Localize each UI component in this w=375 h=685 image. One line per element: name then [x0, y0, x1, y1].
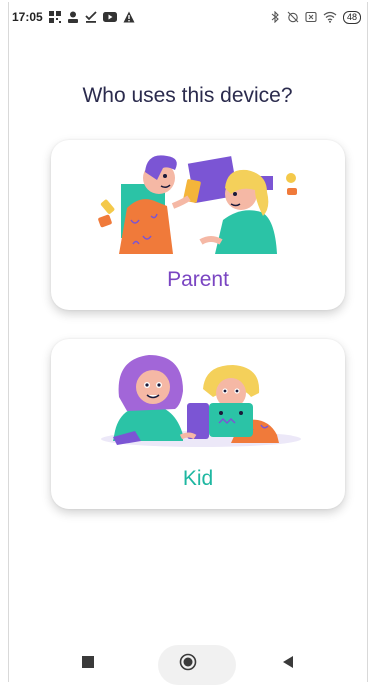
status-bar: 17:05 48 [12, 7, 361, 27]
page-title: Who uses this device? [82, 84, 293, 107]
parent-label: Parent [167, 268, 229, 291]
qr-icon [48, 11, 61, 23]
recents-button[interactable] [68, 647, 108, 677]
back-triangle-icon [282, 656, 293, 668]
recents-square-icon [81, 656, 94, 668]
download-check-icon [85, 11, 97, 23]
kid-label: Kid [182, 467, 214, 490]
alarm-off-icon [287, 11, 299, 23]
kid-illustration [101, 355, 301, 447]
home-circle-icon [179, 653, 196, 671]
kid-option-card[interactable]: Kid [51, 339, 345, 509]
sim-icon [305, 11, 317, 23]
youtube-icon [102, 12, 117, 22]
parent-illustration [98, 155, 297, 254]
person-icon [67, 11, 78, 23]
wifi-icon [323, 11, 337, 23]
system-nav-bar [0, 640, 375, 684]
battery-icon: 48 [342, 10, 361, 24]
home-button[interactable] [168, 647, 208, 677]
bluetooth-icon [271, 11, 279, 23]
status-time: 17:05 [12, 10, 43, 24]
warning-icon [123, 11, 135, 23]
back-button[interactable] [268, 647, 308, 677]
parent-option-card[interactable]: Parent [51, 140, 345, 310]
